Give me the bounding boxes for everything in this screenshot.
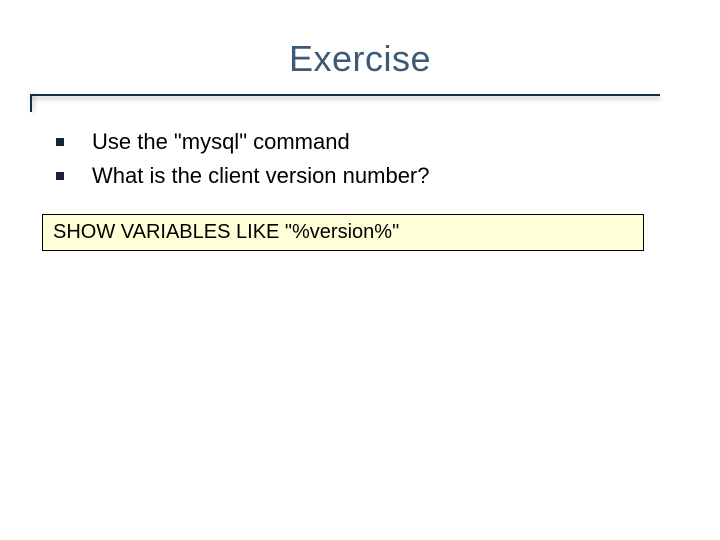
square-bullet-icon bbox=[56, 172, 64, 180]
list-item: What is the client version number? bbox=[56, 162, 656, 190]
title-underline-tail bbox=[30, 94, 32, 112]
list-item: Use the "mysql" command bbox=[56, 128, 656, 156]
slide: Exercise Use the "mysql" command What is… bbox=[0, 0, 720, 540]
slide-title: Exercise bbox=[289, 38, 431, 79]
title-underline bbox=[30, 94, 660, 96]
bullet-text: Use the "mysql" command bbox=[92, 128, 350, 156]
title-area: Exercise bbox=[0, 38, 720, 80]
code-text: SHOW VARIABLES LIKE "%version%" bbox=[53, 221, 399, 243]
code-box: SHOW VARIABLES LIKE "%version%" bbox=[42, 214, 644, 251]
bullet-list: Use the "mysql" command What is the clie… bbox=[56, 128, 656, 196]
square-bullet-icon bbox=[56, 138, 64, 146]
bullet-text: What is the client version number? bbox=[92, 162, 430, 190]
